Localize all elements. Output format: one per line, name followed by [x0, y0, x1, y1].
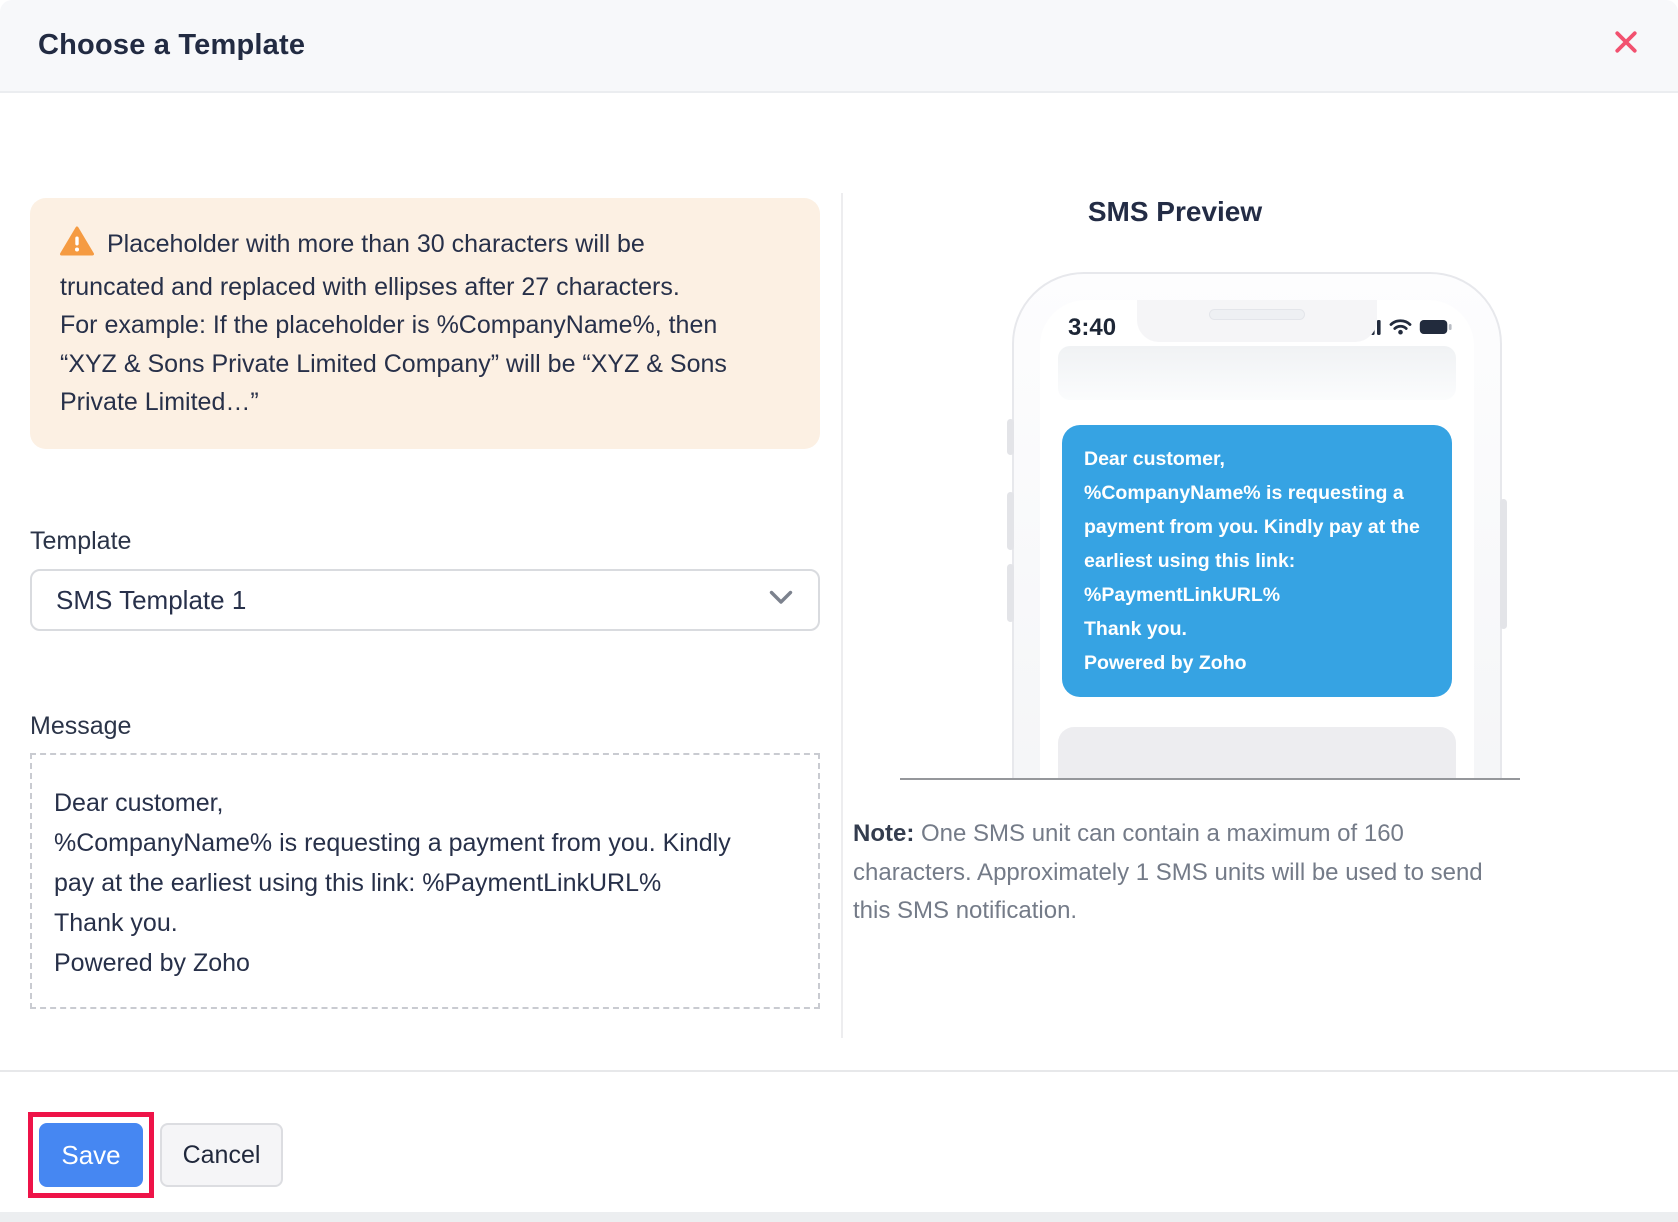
close-icon: [1612, 28, 1640, 61]
note-label: Note:: [853, 820, 914, 847]
warning-banner: Placeholder with more than 30 characters…: [30, 198, 820, 449]
cancel-button[interactable]: Cancel: [160, 1123, 283, 1187]
sms-preview-title: SMS Preview: [875, 196, 1475, 228]
modal-title: Choose a Template: [38, 0, 305, 91]
save-highlight-annotation: Save: [28, 1112, 154, 1198]
phone-mockup: 3:40: [1012, 272, 1502, 780]
page-bottom-strip: [0, 1212, 1678, 1222]
template-label: Template: [30, 527, 131, 556]
template-select[interactable]: SMS Template 1: [30, 569, 820, 631]
phone-volume-down-button: [1007, 564, 1014, 622]
column-divider: [841, 193, 843, 1038]
chevron-down-icon: [768, 589, 794, 611]
phone-volume-up-button: [1007, 492, 1014, 550]
sms-message-bubble: Dear customer, %CompanyName% is requesti…: [1062, 425, 1452, 697]
app-bar-placeholder: [1058, 346, 1456, 400]
footer-divider: [0, 1070, 1678, 1072]
phone-preview: 3:40: [900, 256, 1520, 780]
message-textarea: Dear customer, %CompanyName% is requesti…: [30, 753, 820, 1009]
phone-mute-switch: [1007, 419, 1014, 455]
battery-icon: [1419, 319, 1452, 340]
phone-speaker: [1209, 309, 1305, 320]
modal-header: Choose a Template: [0, 0, 1678, 93]
sms-note: Note: One SMS unit can contain a maximum…: [853, 815, 1573, 931]
warning-triangle-icon: [60, 226, 94, 268]
phone-power-button: [1500, 499, 1507, 629]
choose-template-modal: Choose a Template Placeholder with more …: [0, 0, 1678, 1222]
phone-screen: 3:40: [1040, 300, 1474, 780]
phone-notch: [1137, 300, 1377, 342]
message-placeholder: [1058, 727, 1456, 780]
close-button[interactable]: [1610, 28, 1642, 60]
warning-text: Placeholder with more than 30 characters…: [60, 230, 727, 416]
status-time: 3:40: [1068, 314, 1116, 342]
wifi-icon: [1389, 318, 1412, 340]
message-text: Dear customer, %CompanyName% is requesti…: [54, 789, 731, 977]
template-select-value: SMS Template 1: [56, 585, 768, 616]
message-label: Message: [30, 712, 131, 741]
save-button[interactable]: Save: [39, 1123, 143, 1187]
note-text: One SMS unit can contain a maximum of 16…: [853, 820, 1483, 924]
